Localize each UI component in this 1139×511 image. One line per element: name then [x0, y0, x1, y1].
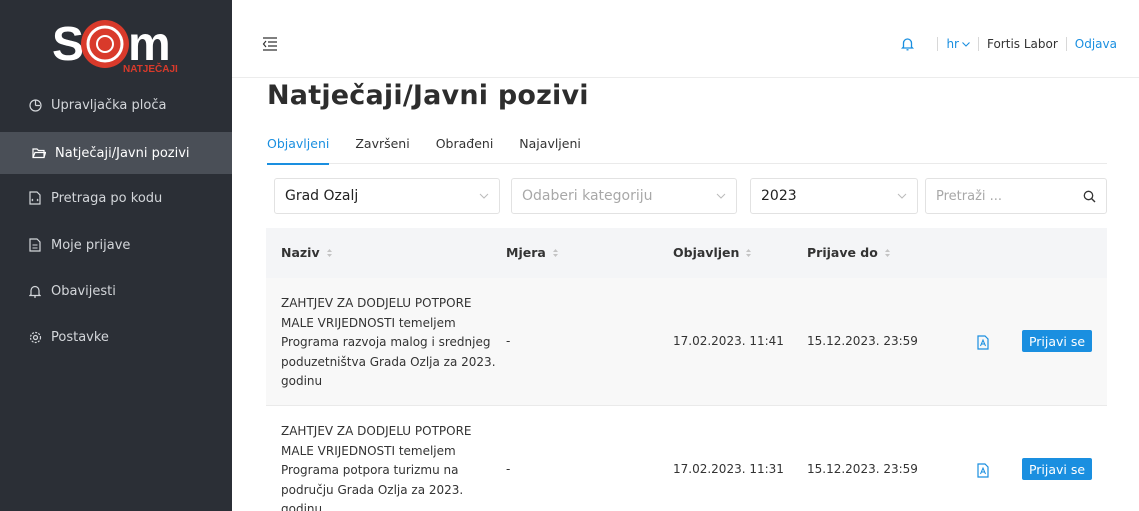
header-actions: hr Fortis Labor Odjava	[901, 36, 1117, 52]
table-header: Naziv Mjera Objavljen Prijave do	[266, 228, 1107, 278]
pdf-icon[interactable]	[977, 463, 989, 478]
bell-icon	[28, 284, 42, 298]
page-title: Natječaji/Javni pozivi	[267, 80, 589, 111]
sidebar-item-code-search[interactable]: Pretraga po kodu	[0, 177, 232, 219]
tender-measure: -	[506, 334, 511, 348]
sidebar: S m NATJEČAJI Upravljačka ploča Natječaj…	[0, 0, 232, 511]
sort-icon	[552, 248, 558, 257]
chevron-down-icon	[897, 193, 907, 199]
sidebar-item-settings[interactable]: Postavke	[0, 316, 232, 358]
sidebar-item-label: Upravljačka ploča	[51, 97, 167, 113]
column-deadline[interactable]: Prijave do	[807, 245, 891, 260]
divider	[937, 37, 939, 51]
sidebar-item-notifications[interactable]: Obavijesti	[0, 270, 232, 312]
tender-name: ZAHTJEV ZA DODJELU POTPORE MALE VRIJEDNO…	[281, 424, 472, 511]
sidebar-item-dashboard[interactable]: Upravljačka ploča	[0, 84, 232, 126]
sidebar-item-label: Moje prijave	[51, 237, 131, 253]
tender-measure: -	[506, 462, 511, 476]
language-label: hr	[946, 37, 959, 51]
tab-processed[interactable]: Obrađeni	[436, 134, 494, 164]
year-select[interactable]: 2023	[750, 178, 918, 214]
chevron-down-icon	[962, 41, 970, 47]
sort-icon	[326, 248, 332, 257]
sidebar-item-tenders[interactable]: Natječaji/Javni pozivi	[0, 132, 232, 174]
search-icon[interactable]	[1083, 190, 1096, 203]
tender-published: 17.02.2023. 11:31	[673, 462, 784, 476]
logo-subtitle: NATJEČAJI	[123, 62, 178, 74]
divider	[977, 37, 979, 51]
apply-button[interactable]: Prijavi se	[1022, 330, 1092, 352]
column-name-label: Naziv	[281, 245, 320, 260]
sort-icon	[884, 248, 890, 257]
svg-text:S: S	[52, 18, 84, 71]
sidebar-item-label: Pretraga po kodu	[51, 190, 163, 206]
chevron-down-icon	[716, 193, 726, 199]
divider	[1065, 37, 1067, 51]
tenders-table: Naziv Mjera Objavljen Prijave do ZAHTJEV…	[266, 228, 1107, 511]
tender-published: 17.02.2023. 11:41	[673, 334, 784, 348]
column-name[interactable]: Naziv	[281, 245, 333, 260]
language-selector[interactable]: hr	[946, 37, 970, 51]
search-input[interactable]: Pretraži ...	[925, 178, 1107, 214]
tab-finished[interactable]: Završeni	[355, 134, 409, 164]
status-tabs: Objavljeni Završeni Obrađeni Najavljeni	[267, 134, 1107, 165]
folder-icon	[32, 146, 46, 160]
file-code-icon	[28, 191, 42, 205]
city-select-value: Grad Ozalj	[285, 188, 359, 204]
notification-bell-icon[interactable]	[901, 37, 915, 51]
year-select-value: 2023	[761, 188, 797, 204]
apply-button[interactable]: Prijavi se	[1022, 458, 1092, 480]
sort-icon	[746, 248, 752, 257]
sidebar-item-my-applications[interactable]: Moje prijave	[0, 224, 232, 266]
column-published-label: Objavljen	[673, 245, 740, 260]
column-measure[interactable]: Mjera	[506, 245, 559, 260]
sidebar-item-label: Postavke	[51, 329, 109, 345]
logout-link[interactable]: Odjava	[1075, 37, 1117, 51]
category-select-placeholder: Odaberi kategoriju	[522, 188, 653, 204]
category-select[interactable]: Odaberi kategoriju	[511, 178, 737, 214]
tender-deadline: 15.12.2023. 23:59	[807, 462, 918, 476]
sidebar-item-label: Obavijesti	[51, 283, 116, 299]
column-published[interactable]: Objavljen	[673, 245, 752, 260]
city-select[interactable]: Grad Ozalj	[274, 178, 500, 214]
tender-deadline: 15.12.2023. 23:59	[807, 334, 918, 348]
gear-icon	[28, 330, 42, 344]
file-icon	[28, 238, 42, 252]
table-row: ZAHTJEV ZA DODJELU POTPORE MALE VRIJEDNO…	[266, 406, 1107, 511]
top-bar: hr Fortis Labor Odjava	[232, 0, 1139, 78]
sidebar-item-label: Natječaji/Javni pozivi	[55, 145, 190, 161]
user-name[interactable]: Fortis Labor	[987, 37, 1058, 51]
table-row: ZAHTJEV ZA DODJELU POTPORE MALE VRIJEDNO…	[266, 278, 1107, 406]
column-measure-label: Mjera	[506, 245, 546, 260]
tender-name: ZAHTJEV ZA DODJELU POTPORE MALE VRIJEDNO…	[281, 296, 496, 388]
chevron-down-icon	[479, 193, 489, 199]
tab-announced[interactable]: Najavljeni	[519, 134, 581, 164]
app-logo[interactable]: S m NATJEČAJI	[48, 12, 198, 75]
tab-published[interactable]: Objavljeni	[267, 134, 330, 165]
column-deadline-label: Prijave do	[807, 245, 878, 260]
search-placeholder: Pretraži ...	[936, 188, 1003, 204]
menu-collapse-icon[interactable]	[262, 36, 278, 51]
pdf-icon[interactable]	[977, 335, 989, 350]
dashboard-icon	[28, 98, 42, 112]
